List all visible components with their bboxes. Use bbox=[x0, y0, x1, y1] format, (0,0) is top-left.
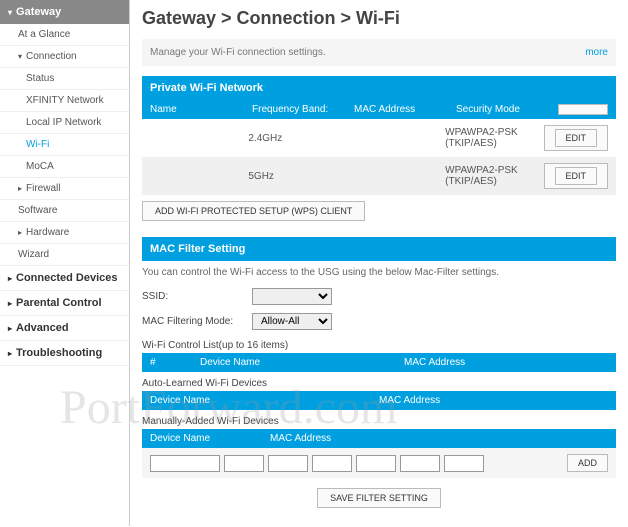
add-button[interactable]: ADD bbox=[567, 454, 608, 472]
mode-label: MAC Filtering Mode: bbox=[142, 316, 252, 327]
caret-icon: ▾ bbox=[8, 8, 12, 17]
sidebar-item-localip[interactable]: Local IP Network bbox=[0, 112, 129, 134]
manual-columns: Device Name MAC Address bbox=[142, 429, 616, 448]
sidebar-item-hardware[interactable]: ▸Hardware bbox=[0, 222, 129, 244]
autolearned-columns: Device Name MAC Address bbox=[142, 391, 616, 410]
caret-icon: ▸ bbox=[18, 184, 22, 193]
sidebar-gateway[interactable]: ▾Gateway bbox=[0, 0, 129, 24]
caret-icon: ▸ bbox=[8, 324, 12, 333]
macfilter-note: You can control the Wi-Fi access to the … bbox=[142, 261, 616, 284]
caret-icon: ▸ bbox=[8, 349, 12, 358]
table-row: 5GHz WPAWPA2-PSK (TKIP/AES) EDIT bbox=[142, 157, 616, 195]
more-link[interactable]: more bbox=[585, 47, 608, 58]
col-freq: Frequency Band: bbox=[252, 104, 354, 115]
table-row: 2.4GHz WPAWPA2-PSK (TKIP/AES) EDIT bbox=[142, 119, 616, 157]
mac-octet-input[interactable] bbox=[400, 455, 440, 472]
mac-octet-input[interactable] bbox=[224, 455, 264, 472]
sidebar-advanced[interactable]: ▸Advanced bbox=[0, 316, 129, 341]
col-device: Device Name bbox=[150, 395, 379, 406]
description-text: Manage your Wi-Fi connection settings. bbox=[150, 47, 326, 58]
sidebar-item-wizard[interactable]: Wizard bbox=[0, 244, 129, 266]
sidebar-item-status[interactable]: Status bbox=[0, 68, 129, 90]
mac-octet-input[interactable] bbox=[356, 455, 396, 472]
mac-octet-input[interactable] bbox=[312, 455, 352, 472]
col-idx: # bbox=[150, 357, 200, 368]
breadcrumb: Gateway > Connection > Wi-Fi bbox=[142, 8, 616, 29]
ssid-label: SSID: bbox=[142, 291, 252, 302]
mac-input-row: ADD bbox=[142, 448, 616, 478]
device-name-input[interactable] bbox=[150, 455, 220, 472]
controllist-columns: # Device Name MAC Address bbox=[142, 353, 616, 372]
main-content: Gateway > Connection > Wi-Fi Manage your… bbox=[130, 0, 628, 526]
caret-icon: ▸ bbox=[8, 274, 12, 283]
caret-icon: ▸ bbox=[18, 228, 22, 237]
sidebar-connected[interactable]: ▸Connected Devices bbox=[0, 266, 129, 291]
col-device: Device Name bbox=[200, 357, 404, 368]
col-mac: MAC Address bbox=[354, 104, 456, 115]
sidebar-trouble[interactable]: ▸Troubleshooting bbox=[0, 341, 129, 366]
col-mac: MAC Address bbox=[379, 395, 608, 406]
edit-button[interactable]: EDIT bbox=[555, 129, 598, 147]
mode-row: MAC Filtering Mode: Allow-All bbox=[142, 309, 616, 334]
mac-octet-input[interactable] bbox=[268, 455, 308, 472]
sidebar-item-wifi[interactable]: Wi-Fi bbox=[0, 134, 129, 156]
wps-button[interactable]: ADD WI-FI PROTECTED SETUP (WPS) CLIENT bbox=[142, 201, 365, 221]
col-sec: Security Mode bbox=[456, 104, 558, 115]
private-wifi-columns: Name Frequency Band: MAC Address Securit… bbox=[142, 100, 616, 119]
sidebar: ▾Gateway At a Glance ▾Connection Status … bbox=[0, 0, 130, 526]
manual-label: Manually-Added Wi-Fi Devices bbox=[142, 410, 616, 429]
sidebar-item-moca[interactable]: MoCA bbox=[0, 156, 129, 178]
col-mac: MAC Address bbox=[404, 357, 608, 368]
sidebar-item-firewall[interactable]: ▸Firewall bbox=[0, 178, 129, 200]
mode-select[interactable]: Allow-All bbox=[252, 313, 332, 330]
macfilter-header: MAC Filter Setting bbox=[142, 237, 616, 261]
sidebar-item-glance[interactable]: At a Glance bbox=[0, 24, 129, 46]
col-device: Device Name bbox=[150, 433, 270, 444]
mac-octet-input[interactable] bbox=[444, 455, 484, 472]
caret-icon: ▸ bbox=[8, 299, 12, 308]
sidebar-item-xfinity[interactable]: XFINITY Network bbox=[0, 90, 129, 112]
sidebar-parental[interactable]: ▸Parental Control bbox=[0, 291, 129, 316]
col-name: Name bbox=[150, 104, 252, 115]
ssid-row: SSID: bbox=[142, 284, 616, 309]
edit-button[interactable]: EDIT bbox=[555, 167, 598, 185]
autolearned-label: Auto-Learned Wi-Fi Devices bbox=[142, 372, 616, 391]
save-filter-button[interactable]: SAVE FILTER SETTING bbox=[317, 488, 441, 508]
ssid-select[interactable] bbox=[252, 288, 332, 305]
col-mac: MAC Address bbox=[270, 433, 608, 444]
description-panel: Manage your Wi-Fi connection settings. m… bbox=[142, 39, 616, 66]
sidebar-item-software[interactable]: Software bbox=[0, 200, 129, 222]
controllist-label: Wi-Fi Control List(up to 16 items) bbox=[142, 334, 616, 353]
private-wifi-header: Private Wi-Fi Network bbox=[142, 76, 616, 100]
caret-icon: ▾ bbox=[18, 52, 22, 61]
sidebar-item-connection[interactable]: ▾Connection bbox=[0, 46, 129, 68]
